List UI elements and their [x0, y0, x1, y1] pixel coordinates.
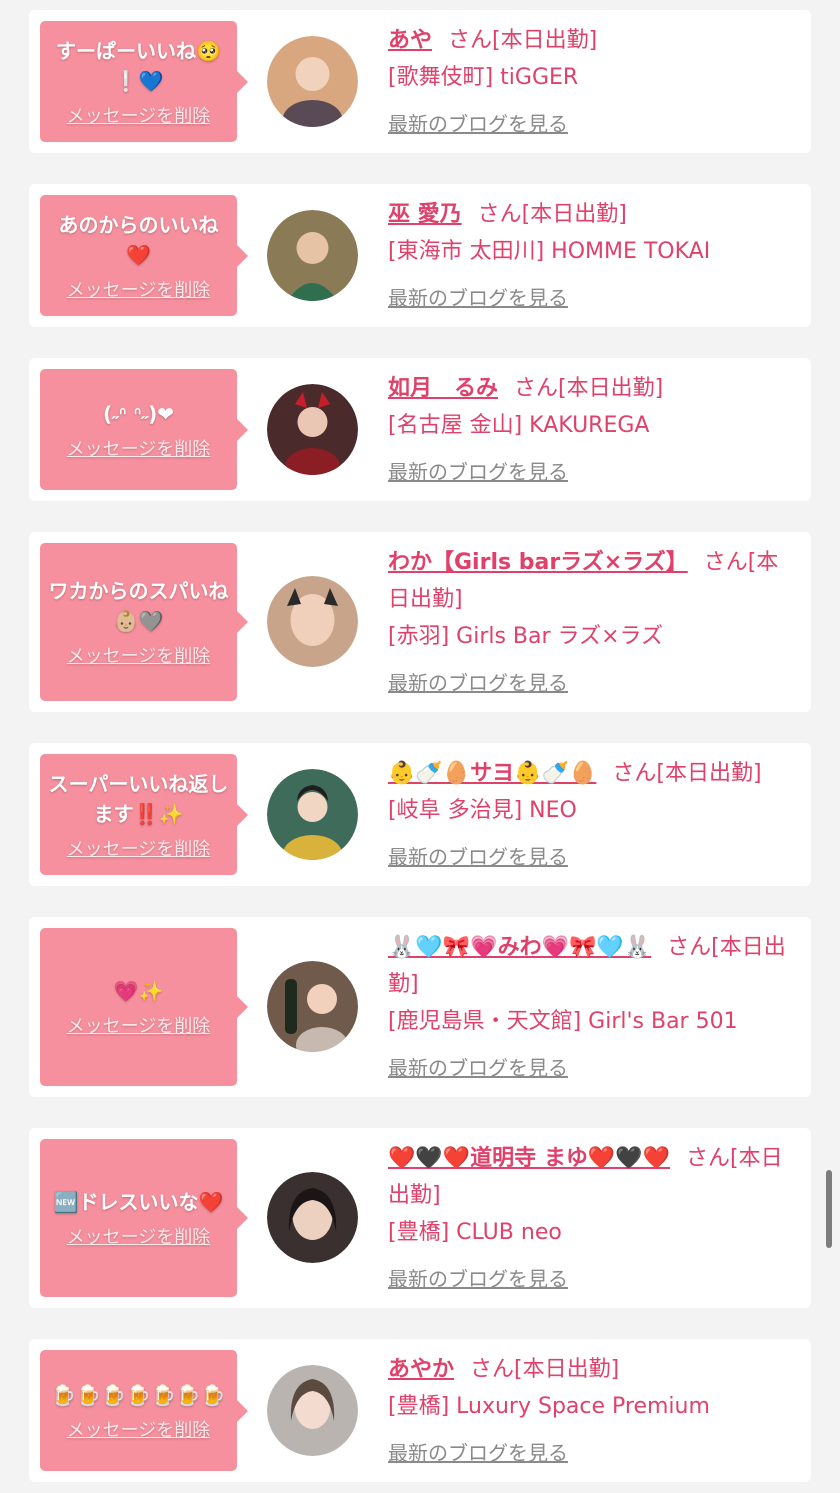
message-text: ワカからのスパいね👶🏼🩶	[48, 579, 229, 633]
shop-label: [歌舞伎町] tiGGER	[388, 65, 579, 90]
latest-blog-link[interactable]: 最新のブログを見る	[388, 1261, 568, 1298]
avatar[interactable]	[267, 384, 358, 475]
scrollbar[interactable]	[826, 1170, 832, 1248]
shop-label: [東海市 太田川] HOMME TOKAI	[388, 239, 711, 264]
cast-name-link[interactable]: あや	[388, 28, 432, 53]
message-bubble: 💗✨ メッセージを削除	[40, 928, 248, 1086]
latest-blog-link[interactable]: 最新のブログを見る	[388, 280, 568, 317]
cast-name-link[interactable]: あやか	[388, 1357, 454, 1382]
message-text: 💗✨	[113, 979, 164, 1003]
shop-label: [豊橋] Luxury Space Premium	[388, 1394, 710, 1419]
shop-label: [豊橋] CLUB neo	[388, 1220, 562, 1245]
message-text: スーパーいいね返します‼️✨	[48, 771, 229, 826]
message-text: 🆕ドレスいいな❤️	[53, 1190, 224, 1214]
status-label: さん[本日出勤]	[470, 1357, 620, 1382]
cast-info: 巫 愛乃 さん[本日出勤] [東海市 太田川] HOMME TOKAI 最新のブロ…	[388, 196, 800, 317]
cast-name-link[interactable]: 👶🍼🥚サヨ👶🍼🥚	[388, 761, 596, 786]
latest-blog-link[interactable]: 最新のブログを見る	[388, 1050, 568, 1087]
message-bubble: スーパーいいね返します‼️✨ メッセージを削除	[40, 754, 248, 875]
cast-name-link[interactable]: 🐰🩵🎀💗みわ💗🎀🩵🐰	[388, 935, 651, 960]
delete-message-link[interactable]: メッセージを削除	[67, 102, 211, 128]
cast-name-link[interactable]: わか【Girls barラズ×ラズ】	[388, 550, 688, 575]
name-line: あや さん[本日出勤]	[388, 22, 800, 59]
list-item: (˶ᐢ ᐢ˶)❤︎ メッセージを削除 如月 るみ さん[本日出勤] [名古屋 金山…	[29, 358, 811, 501]
avatar[interactable]	[267, 576, 358, 667]
list-item: 💗✨ メッセージを削除 🐰🩵🎀💗みわ💗🎀🩵🐰 さん[本日出勤] [鹿児島県・天文館…	[29, 917, 811, 1097]
cast-name-link[interactable]: 如月 るみ	[388, 376, 498, 401]
latest-blog-link[interactable]: 最新のブログを見る	[388, 839, 568, 876]
delete-message-link[interactable]: メッセージを削除	[67, 1223, 211, 1249]
message-text: あのからのいいね❤️	[58, 212, 219, 267]
delete-message-link[interactable]: メッセージを削除	[67, 835, 211, 861]
message-text: すーぱーいいね🥺❕💙	[56, 38, 221, 93]
message-bubble: すーぱーいいね🥺❕💙 メッセージを削除	[40, 21, 248, 142]
shop-label: [鹿児島県・天文館] Girl's Bar 501	[388, 1009, 738, 1034]
cast-info: 如月 るみ さん[本日出勤] [名古屋 金山] KAKUREGA 最新のブログを見…	[388, 370, 800, 491]
latest-blog-link[interactable]: 最新のブログを見る	[388, 665, 568, 702]
name-line: あやか さん[本日出勤]	[388, 1351, 800, 1388]
cast-info: ❤️🖤❤️道明寺 まゆ❤️🖤❤️ さん[本日出勤] [豊橋] CLUB neo 最…	[388, 1140, 800, 1298]
cast-info: あや さん[本日出勤] [歌舞伎町] tiGGER 最新のブログを見る	[388, 22, 800, 143]
name-line: 巫 愛乃 さん[本日出勤]	[388, 196, 800, 233]
delete-message-link[interactable]: メッセージを削除	[67, 1012, 211, 1038]
shop-label: [赤羽] Girls Bar ラズ×ラズ	[388, 624, 664, 649]
status-label: さん[本日出勤]	[477, 202, 627, 227]
latest-blog-link[interactable]: 最新のブログを見る	[388, 454, 568, 491]
delete-message-link[interactable]: メッセージを削除	[67, 642, 211, 668]
cast-name-link[interactable]: 巫 愛乃	[388, 202, 462, 227]
cast-info: 🐰🩵🎀💗みわ💗🎀🩵🐰 さん[本日出勤] [鹿児島県・天文館] Girl's Bar…	[388, 929, 800, 1087]
avatar[interactable]	[267, 1365, 358, 1456]
cast-info: あやか さん[本日出勤] [豊橋] Luxury Space Premium 最新…	[388, 1351, 800, 1472]
latest-blog-link[interactable]: 最新のブログを見る	[388, 106, 568, 143]
shop-label: [名古屋 金山] KAKUREGA	[388, 413, 650, 438]
delete-message-link[interactable]: メッセージを削除	[67, 1416, 211, 1442]
name-line: わか【Girls barラズ×ラズ】 さん[本日出勤]	[388, 544, 800, 618]
avatar[interactable]	[267, 769, 358, 860]
message-bubble: あのからのいいね❤️ メッセージを削除	[40, 195, 248, 316]
avatar[interactable]	[267, 1172, 358, 1263]
message-bubble: 🍺🍺🍺🍺🍺🍺🍺 メッセージを削除	[40, 1350, 248, 1471]
status-label: さん[本日出勤]	[514, 376, 664, 401]
shop-label: [岐阜 多治見] NEO	[388, 798, 577, 823]
name-line: 👶🍼🥚サヨ👶🍼🥚 さん[本日出勤]	[388, 755, 800, 792]
cast-name-link[interactable]: ❤️🖤❤️道明寺 まゆ❤️🖤❤️	[388, 1146, 670, 1171]
avatar[interactable]	[267, 961, 358, 1052]
delete-message-link[interactable]: メッセージを削除	[67, 276, 211, 302]
message-text: 🍺🍺🍺🍺🍺🍺🍺	[51, 1382, 226, 1407]
avatar[interactable]	[267, 36, 358, 127]
list-item: 🍺🍺🍺🍺🍺🍺🍺 メッセージを削除 あやか さん[本日出勤] [豊橋] Luxury…	[29, 1339, 811, 1482]
status-label: さん[本日出勤]	[612, 761, 762, 786]
list-item: すーぱーいいね🥺❕💙 メッセージを削除 あや さん[本日出勤] [歌舞伎町] ti…	[29, 10, 811, 153]
name-line: ❤️🖤❤️道明寺 まゆ❤️🖤❤️ さん[本日出勤]	[388, 1140, 800, 1214]
name-line: 🐰🩵🎀💗みわ💗🎀🩵🐰 さん[本日出勤]	[388, 929, 800, 1003]
status-label: さん[本日出勤]	[448, 28, 598, 53]
list-item: スーパーいいね返します‼️✨ メッセージを削除 👶🍼🥚サヨ👶🍼🥚 さん[本日出勤]…	[29, 743, 811, 886]
cast-info: わか【Girls barラズ×ラズ】 さん[本日出勤] [赤羽] Girls Ba…	[388, 544, 800, 702]
latest-blog-link[interactable]: 最新のブログを見る	[388, 1435, 568, 1472]
delete-message-link[interactable]: メッセージを削除	[67, 435, 211, 461]
list-item: 🆕ドレスいいな❤️ メッセージを削除 ❤️🖤❤️道明寺 まゆ❤️🖤❤️ さん[本日…	[29, 1128, 811, 1308]
message-bubble: 🆕ドレスいいな❤️ メッセージを削除	[40, 1139, 248, 1297]
message-bubble: (˶ᐢ ᐢ˶)❤︎ メッセージを削除	[40, 369, 248, 490]
avatar[interactable]	[267, 210, 358, 301]
list-item: ワカからのスパいね👶🏼🩶 メッセージを削除 わか【Girls barラズ×ラズ】…	[29, 532, 811, 712]
message-bubble: ワカからのスパいね👶🏼🩶 メッセージを削除	[40, 543, 248, 701]
message-text: (˶ᐢ ᐢ˶)❤︎	[102, 401, 175, 426]
list-item: あのからのいいね❤️ メッセージを削除 巫 愛乃 さん[本日出勤] [東海市 太田…	[29, 184, 811, 327]
name-line: 如月 るみ さん[本日出勤]	[388, 370, 800, 407]
cast-info: 👶🍼🥚サヨ👶🍼🥚 さん[本日出勤] [岐阜 多治見] NEO 最新のブログを見る	[388, 755, 800, 876]
